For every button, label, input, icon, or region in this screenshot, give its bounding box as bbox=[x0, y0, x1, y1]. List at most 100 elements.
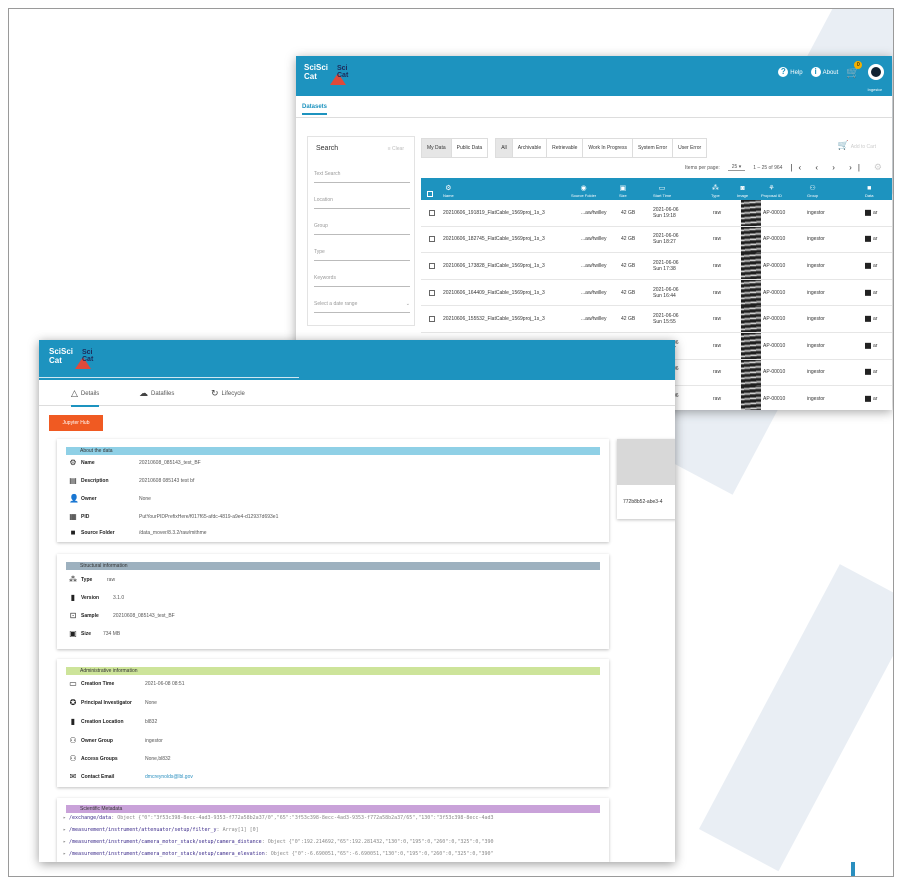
row-pid: ▦ PID PutYourPIDPrefixHere/f017f65-afdc-48… bbox=[69, 513, 278, 521]
scicat-logo[interactable]: SciSci Cat Sci Cat bbox=[304, 62, 348, 90]
keywords-input[interactable]: Keywords bbox=[314, 275, 410, 287]
tab-lifecycle[interactable]: ↻ Lifecycle bbox=[211, 388, 245, 399]
row-data-cell[interactable]: ar bbox=[865, 289, 877, 296]
tab-datafiles[interactable]: ☁ Datafiles bbox=[139, 388, 174, 399]
chip-user-error[interactable]: User Error bbox=[672, 138, 708, 158]
help-link[interactable]: ? Help bbox=[778, 67, 803, 77]
row-data-label: ar bbox=[873, 209, 878, 216]
calendar-icon: ▭ bbox=[69, 679, 77, 688]
row-principal-investigator: ✪ Principal Investigator None bbox=[69, 699, 157, 707]
row-data-cell[interactable]: ar bbox=[865, 369, 877, 376]
row-data-cell[interactable]: ar bbox=[865, 395, 877, 402]
row-type: raw bbox=[713, 369, 722, 376]
top-app-bar: SciSci Cat Sci Cat ? Help i About 🛒 0 Ingesto… bbox=[296, 56, 892, 96]
structural-card-header: Structural information bbox=[66, 562, 600, 570]
row-version: ▮ Version 3.1.0 bbox=[69, 593, 124, 602]
col-source-folder[interactable]: ◉ Source Folder bbox=[571, 184, 596, 198]
row-data-cell[interactable]: ar bbox=[865, 209, 878, 216]
page-size-select[interactable]: 25 ▾ bbox=[727, 164, 746, 171]
add-to-cart-button[interactable]: 🛒 Add to Cart bbox=[837, 140, 876, 151]
metadata-line[interactable]: ▸ /measurement/instrument/attenuator/set… bbox=[63, 827, 259, 833]
row-checkbox[interactable] bbox=[429, 289, 435, 296]
about-link[interactable]: i About bbox=[810, 67, 838, 77]
page-size-value: 25 bbox=[731, 164, 738, 170]
col-data[interactable]: ■ Data bbox=[865, 185, 873, 198]
row-checkbox[interactable] bbox=[429, 236, 435, 243]
tab-datasets[interactable]: Datasets bbox=[302, 104, 328, 115]
col-proposal[interactable]: ⚘ Proposal ID bbox=[761, 184, 782, 198]
chip-all[interactable]: All bbox=[495, 138, 513, 158]
location-input[interactable]: Location bbox=[314, 197, 410, 209]
folder-icon: ■ bbox=[867, 185, 872, 192]
row-data-cell[interactable]: ar bbox=[865, 342, 877, 349]
select-all-checkbox[interactable] bbox=[427, 191, 433, 198]
page-nav-buttons[interactable]: |‹ ‹ › ›| bbox=[790, 163, 865, 172]
chip-retrievable[interactable]: Retrievable bbox=[546, 138, 584, 158]
text-search-input[interactable]: Text Search bbox=[314, 171, 410, 183]
thumbnail-placeholder bbox=[617, 439, 675, 485]
filter-chips: My Data Public Data All Archivable Retri… bbox=[421, 138, 708, 158]
row-thumbnail[interactable] bbox=[741, 359, 761, 386]
table-row[interactable]: 20210606_191819_FlatCable_1569proj_1s_3.… bbox=[421, 200, 892, 227]
metadata-key: /measurement/instrument/attenuator/setup… bbox=[69, 827, 217, 833]
row-thumbnail[interactable] bbox=[741, 253, 761, 280]
nav-actions: ? Help i About 🛒 0 bbox=[778, 60, 884, 80]
scicat-logo[interactable]: SciSci Cat Sci Cat bbox=[49, 346, 93, 374]
logo-mark: SciSci Cat bbox=[49, 347, 74, 365]
jupyter-hub-button[interactable]: Jupyter Hub bbox=[49, 415, 103, 431]
table-row[interactable]: 20210606_182745_FlatCable_1569proj_1s_3.… bbox=[421, 226, 892, 254]
name-label: Name bbox=[81, 460, 95, 466]
row-source-folder: ...aw/twilley bbox=[581, 289, 607, 296]
row-thumbnail[interactable] bbox=[741, 226, 761, 253]
help-label: Help bbox=[790, 70, 803, 76]
row-data-cell[interactable]: ar bbox=[865, 262, 877, 269]
row-thumbnail[interactable] bbox=[741, 200, 761, 226]
row-thumbnail[interactable] bbox=[741, 279, 761, 306]
row-type: raw bbox=[713, 342, 722, 349]
settings-icon[interactable]: ⚙ bbox=[874, 162, 882, 173]
row-thumbnail[interactable] bbox=[741, 332, 761, 359]
col-name[interactable]: ⚙ Name bbox=[443, 184, 454, 198]
metadata-line[interactable]: ▸ /measurement/instrument/camera_motor_s… bbox=[63, 851, 493, 857]
metadata-line[interactable]: ▸ /exchange/data: Object {"0":"3f53c398-… bbox=[63, 815, 494, 821]
type-input[interactable]: Type bbox=[314, 249, 410, 261]
row-type: raw bbox=[713, 209, 722, 216]
tab-details[interactable]: △ Details bbox=[71, 388, 100, 407]
col-image[interactable]: ◙ Image bbox=[737, 185, 748, 198]
col-group[interactable]: ⚇ Group bbox=[807, 184, 818, 198]
tab-lifecycle-label: Lifecycle bbox=[221, 390, 245, 397]
col-size[interactable]: ▣ Size bbox=[619, 184, 627, 198]
chip-system-error[interactable]: System Error bbox=[631, 138, 674, 158]
row-data-cell[interactable]: ar bbox=[865, 316, 877, 322]
row-checkbox[interactable] bbox=[429, 209, 435, 216]
chip-public-data[interactable]: Public Data bbox=[450, 138, 489, 158]
chip-my-data[interactable]: My Data bbox=[421, 138, 452, 158]
description-label: Description bbox=[81, 478, 109, 484]
chip-archivable[interactable]: Archivable bbox=[511, 138, 548, 158]
pid-label: PID bbox=[81, 514, 90, 520]
row-thumbnail[interactable] bbox=[741, 386, 761, 410]
table-row[interactable]: 20210606_155532_FlatCable_1569proj_1s_3.… bbox=[421, 306, 892, 333]
chip-work-in-progress[interactable]: Work In Progress bbox=[582, 138, 633, 158]
clear-filters-button[interactable]: ≡ Clear bbox=[388, 146, 404, 152]
col-start-time[interactable]: ▭ Start Time bbox=[653, 184, 671, 198]
row-size: 42 GB bbox=[621, 316, 636, 323]
contact-email-link[interactable]: dmcreynolds@lbl.gov bbox=[145, 774, 193, 780]
table-row[interactable]: 20210606_164409_FlatCable_1569proj_1s_3.… bbox=[421, 279, 892, 307]
table-row[interactable]: 20210606_173828_FlatCable_1569proj_1s_3.… bbox=[421, 253, 892, 280]
metadata-line[interactable]: ▸ /measurement/instrument/camera_motor_s… bbox=[63, 839, 493, 845]
contact-email-label: Contact Email bbox=[81, 774, 115, 780]
row-thumbnail[interactable] bbox=[741, 306, 761, 333]
group-input[interactable]: Group bbox=[314, 223, 410, 235]
row-access-groups: ⚇ Access Groups None,bl832 bbox=[69, 755, 170, 763]
top-app-bar: SciSci Cat Sci Cat bbox=[39, 340, 675, 380]
row-checkbox[interactable] bbox=[429, 316, 435, 323]
row-data-cell[interactable]: ar bbox=[865, 236, 877, 243]
row-checkbox[interactable] bbox=[429, 262, 435, 269]
col-type[interactable]: ⁂ Type bbox=[711, 184, 720, 198]
user-avatar[interactable] bbox=[868, 64, 884, 80]
date-range-input[interactable]: Select a date range ⌄ bbox=[314, 301, 410, 313]
logo-flask: Sci Cat bbox=[73, 349, 93, 371]
version-icon: ▮ bbox=[70, 593, 76, 602]
cart-icon[interactable]: 🛒 0 bbox=[846, 60, 863, 79]
